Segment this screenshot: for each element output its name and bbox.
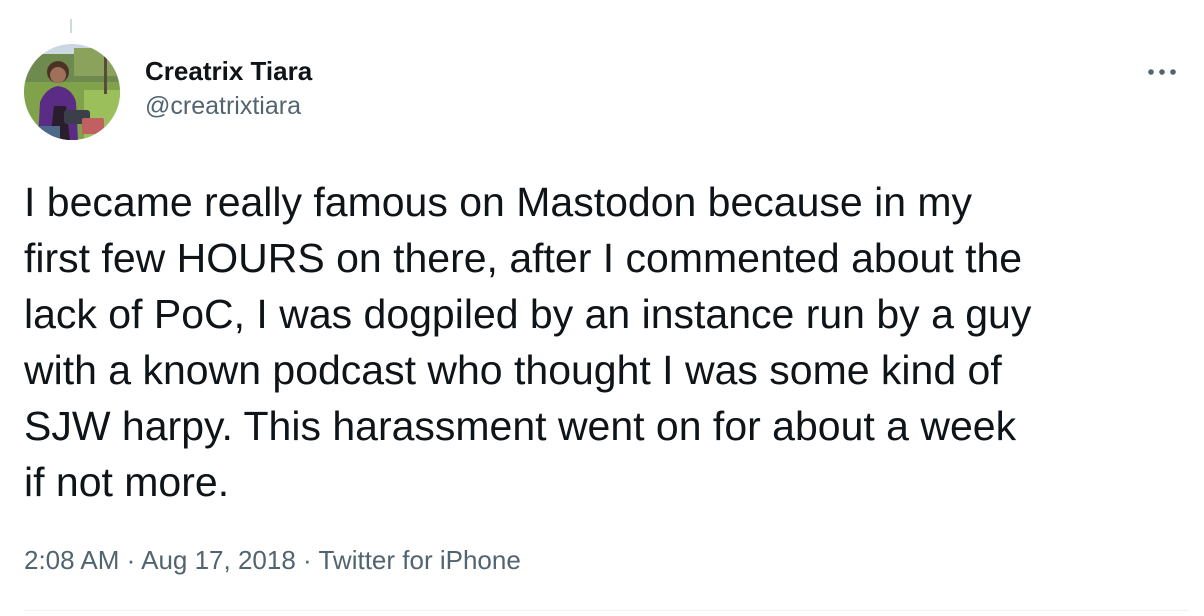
more-options-button[interactable] (1142, 62, 1182, 82)
tweet-text-line: if not more. (24, 459, 230, 505)
tweet-source-link[interactable]: Twitter for iPhone (318, 545, 520, 575)
tweet-text-line: with a known podcast who thought I was s… (24, 347, 1002, 393)
tweet-time-link[interactable]: 2:08 AM (24, 545, 119, 575)
avatar[interactable] (24, 44, 120, 140)
divider (24, 610, 1188, 611)
tweet-text: I became really famous on Mastodon becau… (24, 174, 1174, 510)
tweet: Creatrix Tiara @creatrixtiara I became r… (24, 0, 1188, 616)
tweet-text-line: lack of PoC, I was dogpiled by an instan… (24, 291, 1032, 337)
meta-separator: · (126, 545, 136, 575)
tweet-metadata: 2:08 AM · Aug 17, 2018 · Twitter for iPh… (24, 540, 521, 580)
tweet-date-link[interactable]: Aug 17, 2018 (141, 545, 296, 575)
author-handle[interactable]: @creatrixtiara (145, 88, 312, 124)
tweet-text-line: first few HOURS on there, after I commen… (24, 235, 1023, 281)
author-display-name[interactable]: Creatrix Tiara (145, 54, 312, 88)
tweet-text-line: SJW harpy. This harassment went on for a… (24, 403, 1017, 449)
tweet-header: Creatrix Tiara @creatrixtiara (24, 44, 1188, 140)
author-names: Creatrix Tiara @creatrixtiara (145, 54, 312, 124)
more-horizontal-icon (1148, 69, 1176, 75)
tweet-text-line: I became really famous on Mastodon becau… (24, 179, 973, 225)
avatar-photo-icon (24, 44, 120, 140)
meta-separator: · (303, 545, 312, 575)
